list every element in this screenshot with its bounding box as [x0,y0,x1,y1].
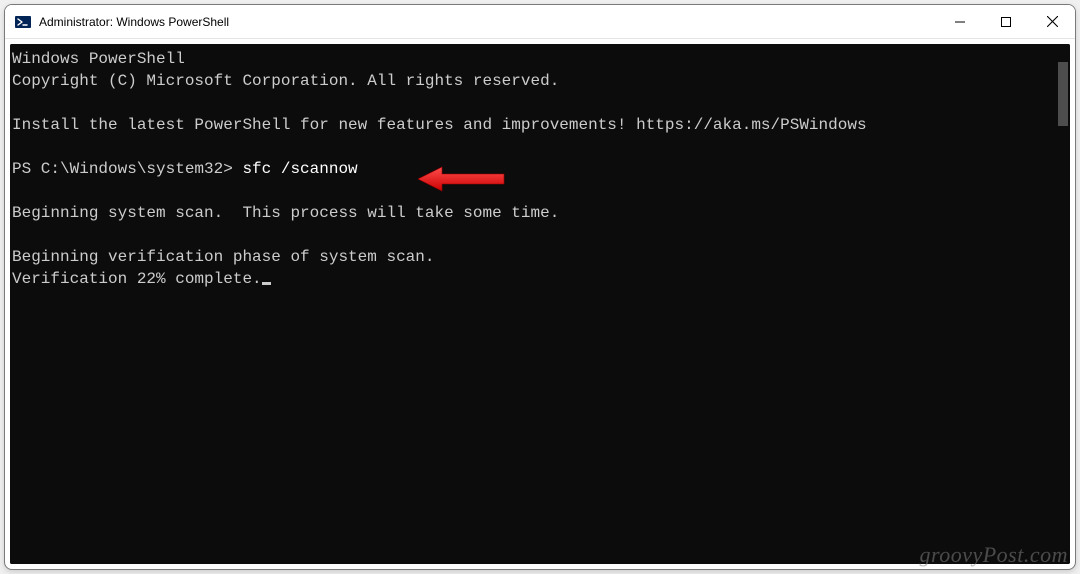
output-line: Verification 22% complete. [12,270,262,288]
output-line: Copyright (C) Microsoft Corporation. All… [12,72,559,90]
terminal-output[interactable]: Windows PowerShell Copyright (C) Microso… [10,44,1056,564]
cursor [262,282,271,285]
watermark: groovyPost.com [919,542,1068,568]
output-line: Beginning verification phase of system s… [12,248,434,266]
minimize-button[interactable] [937,5,983,39]
command-text: sfc /scannow [242,160,357,178]
close-button[interactable] [1029,5,1075,39]
maximize-button[interactable] [983,5,1029,39]
output-line: Beginning system scan. This process will… [12,204,559,222]
output-line: Windows PowerShell [12,50,185,68]
powershell-icon [15,14,31,30]
output-line: Install the latest PowerShell for new fe… [12,116,867,134]
terminal-area: Windows PowerShell Copyright (C) Microso… [10,44,1070,564]
scrollbar-thumb[interactable] [1058,62,1068,126]
powershell-window: Administrator: Windows PowerShell Window… [4,4,1076,570]
scrollbar-track[interactable] [1056,44,1070,564]
window-title: Administrator: Windows PowerShell [39,15,229,29]
titlebar[interactable]: Administrator: Windows PowerShell [5,5,1075,39]
prompt: PS C:\Windows\system32> [12,160,242,178]
